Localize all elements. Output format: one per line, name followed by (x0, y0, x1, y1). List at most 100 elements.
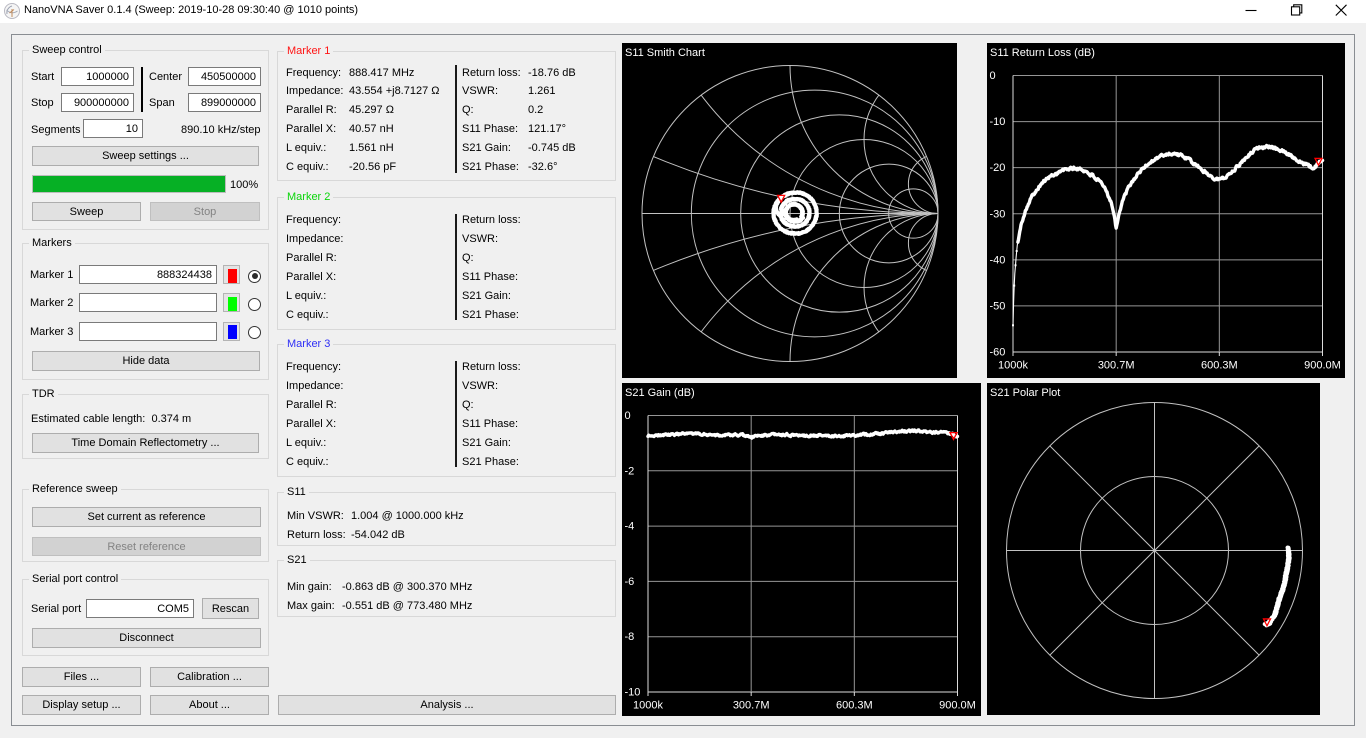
s21-gain-chart[interactable]: S21 Gain (dB) 0-2-4-6-8-101000k300.7M600… (622, 383, 981, 716)
marker1-radio[interactable] (248, 270, 261, 283)
marker1-color-button[interactable] (223, 265, 240, 284)
serial-port-label: Serial port (31, 603, 81, 616)
restore-button[interactable] (1274, 0, 1320, 23)
marker1-radio-dot (252, 273, 258, 279)
center-input[interactable]: 450500000 (188, 67, 261, 86)
min-gain-value: -0.863 dB @ 300.370 MHz (342, 581, 472, 594)
marker-info-field-label: Parallel X: (286, 418, 336, 431)
svg-text:0: 0 (625, 410, 631, 422)
max-gain-value: -0.551 dB @ 773.480 MHz (342, 600, 472, 613)
s21-polar-chart[interactable]: S21 Polar Plot (987, 383, 1320, 715)
serial-port-input[interactable]: COM5 (86, 599, 194, 618)
cable-length-text: Estimated cable length: 0.374 m (31, 413, 191, 426)
marker-info-field-label: S21 Gain: (462, 142, 511, 155)
marker1-input[interactable]: 888324438 (79, 265, 217, 284)
svg-text:-60: -60 (990, 347, 1006, 359)
marker-info-field-label: Parallel R: (286, 252, 337, 265)
chart-rl-canvas: 0-10-20-30-40-50-601000k300.7M600.3M900.… (987, 43, 1345, 378)
stop-button[interactable]: Stop (150, 202, 260, 221)
svg-text:900.0M: 900.0M (1304, 360, 1341, 372)
hide-data-button[interactable]: Hide data (32, 351, 260, 371)
sweep-settings-button[interactable]: Sweep settings ... (32, 146, 259, 166)
marker3-color-button[interactable] (223, 322, 240, 341)
marker2-radio[interactable] (248, 298, 261, 311)
start-input[interactable]: 1000000 (61, 67, 134, 86)
marker3-info-separator (455, 361, 457, 467)
title-bar: NanoVNA Saver 0.1.4 (Sweep: 2019-10-28 0… (0, 0, 1366, 23)
svg-text:-20: -20 (990, 162, 1006, 174)
marker-info-field-label: S21 Phase: (462, 456, 519, 469)
s11-return-loss-chart[interactable]: S11 Return Loss (dB) 0-10-20-30-40-50-60… (987, 43, 1345, 378)
marker2-color-button[interactable] (223, 293, 240, 312)
stop-input[interactable]: 900000000 (61, 93, 134, 112)
marker-info-field-label: VSWR: (462, 380, 498, 393)
marker2-info-title: Marker 2 (284, 191, 333, 204)
svg-text:-10: -10 (990, 116, 1006, 128)
segments-label: Segments (31, 124, 81, 137)
min-vswr-label: Min VSWR: (287, 510, 344, 523)
marker-info-field-value: 43.554 +j8.7127 Ω (349, 85, 440, 98)
marker3-info-title: Marker 3 (284, 338, 333, 351)
span-input[interactable]: 899000000 (188, 93, 261, 112)
svg-text:900.0M: 900.0M (939, 700, 976, 712)
segments-input[interactable]: 10 (83, 119, 143, 138)
marker-info-field-label: Return loss: (462, 361, 521, 374)
marker-info-field-value: 121.17° (528, 123, 566, 136)
marker-info-field-label: Impedance: (286, 380, 343, 393)
svg-text:-40: -40 (990, 254, 1006, 266)
calibration-button[interactable]: Calibration ... (150, 667, 269, 687)
display-setup-button[interactable]: Display setup ... (22, 695, 141, 715)
marker-info-field-label: Frequency: (286, 67, 341, 80)
files-button[interactable]: Files ... (22, 667, 141, 687)
svg-text:0: 0 (990, 70, 996, 82)
marker-info-field-label: Return loss: (462, 214, 521, 227)
marker-info-field-label: Parallel R: (286, 104, 337, 117)
marker3-radio[interactable] (248, 326, 261, 339)
reference-sweep-title: Reference sweep (29, 483, 121, 496)
reset-reference-button[interactable]: Reset reference (32, 537, 261, 556)
svg-text:-6: -6 (625, 576, 635, 588)
marker-info-field-label: L equiv.: (286, 142, 326, 155)
marker1-color-swatch (228, 269, 237, 283)
marker-info-field-label: C equiv.: (286, 161, 329, 174)
svg-text:600.3M: 600.3M (1201, 360, 1238, 372)
marker-info-field-label: C equiv.: (286, 309, 329, 322)
app-icon (3, 2, 21, 20)
min-gain-label: Min gain: (287, 581, 332, 594)
start-label: Start (31, 71, 54, 84)
sweep-progress-bar (32, 175, 226, 193)
marker-info-field-label: Impedance: (286, 233, 343, 246)
chart-smith-canvas (622, 43, 957, 378)
marker2-input[interactable] (79, 293, 217, 312)
marker-info-field-label: S11 Phase: (462, 123, 518, 136)
svg-text:-10: -10 (625, 687, 641, 699)
max-gain-label: Max gain: (287, 600, 335, 613)
marker-info-field-label: Frequency: (286, 214, 341, 227)
analysis-button[interactable]: Analysis ... (278, 695, 616, 715)
markers-title: Markers (29, 237, 75, 250)
disconnect-button[interactable]: Disconnect (32, 628, 261, 648)
progress-percent-label: 100% (230, 179, 258, 192)
marker-info-field-value: 45.297 Ω (349, 104, 394, 117)
sweep-button[interactable]: Sweep (32, 202, 141, 221)
svg-text:-8: -8 (625, 631, 635, 643)
marker-info-field-value: 888.417 MHz (349, 67, 414, 80)
set-reference-button[interactable]: Set current as reference (32, 507, 261, 527)
marker-info-field-value: 40.57 nH (349, 123, 394, 136)
s11-smith-chart[interactable]: S11 Smith Chart (622, 43, 957, 378)
svg-text:600.3M: 600.3M (836, 700, 873, 712)
marker-info-field-label: Parallel R: (286, 399, 337, 412)
marker-info-field-label: L equiv.: (286, 437, 326, 450)
marker-info-field-value: -20.56 pF (349, 161, 396, 174)
marker-info-field-label: Return loss: (462, 67, 521, 80)
marker3-input[interactable] (79, 322, 217, 341)
marker-info-field-label: C equiv.: (286, 456, 329, 469)
minimize-button[interactable] (1228, 0, 1274, 23)
close-button[interactable] (1320, 0, 1366, 23)
about-button[interactable]: About ... (150, 695, 269, 715)
tdr-button[interactable]: Time Domain Reflectometry ... (32, 433, 259, 453)
marker-info-field-value: -0.745 dB (528, 142, 576, 155)
chart-polar-canvas (987, 383, 1320, 715)
svg-text:1000k: 1000k (633, 700, 663, 712)
rescan-button[interactable]: Rescan (202, 598, 259, 619)
